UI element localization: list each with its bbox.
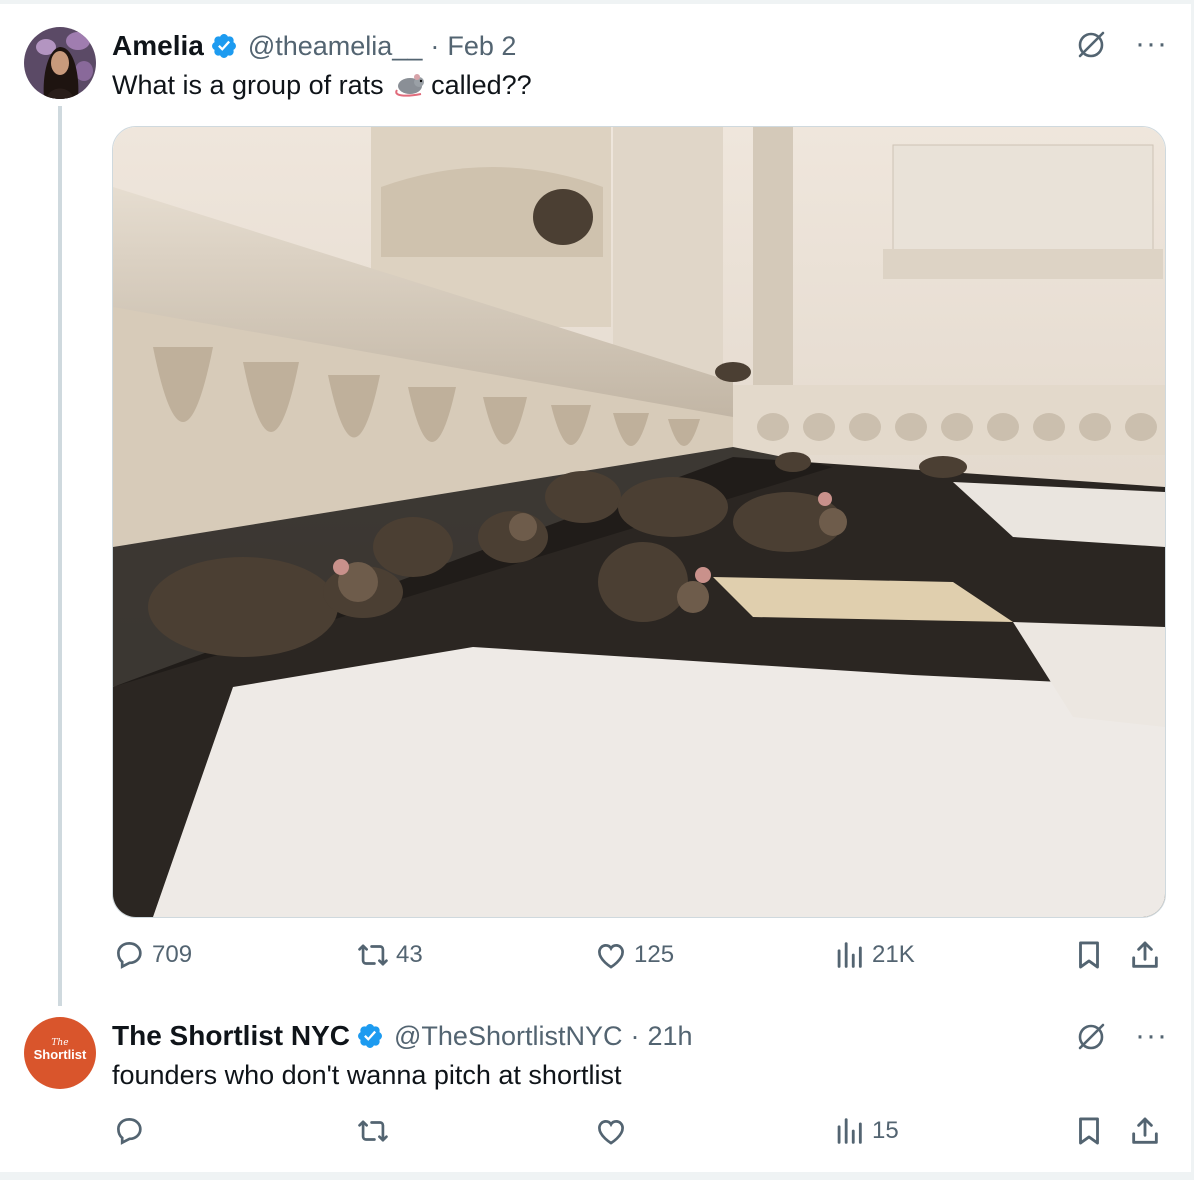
tweet-text-part2: called?? — [431, 70, 532, 100]
tweet-text: founders who don't wanna pitch at shortl… — [112, 1060, 622, 1090]
tweet-text: What is a group of rats called?? — [112, 68, 532, 102]
author-handle[interactable]: @theamelia__ — [248, 31, 423, 62]
tweet-header: Amelia @theamelia__ · Feb 2 — [112, 28, 516, 64]
grok-icon[interactable] — [1074, 28, 1108, 62]
verified-badge-icon — [211, 34, 236, 58]
tweet-amelia[interactable]: Amelia @theamelia__ · Feb 2 ··· What is … — [0, 0, 1190, 1006]
timestamp[interactable]: Feb 2 — [447, 31, 516, 62]
like-icon — [598, 944, 624, 969]
bookmark-button[interactable] — [1072, 1114, 1106, 1148]
bookmark-button[interactable] — [1072, 938, 1106, 972]
repost-icon — [358, 944, 388, 966]
share-icon — [1132, 941, 1158, 968]
timestamp[interactable]: 21h — [648, 1021, 693, 1052]
reply-button[interactable]: 709 — [112, 938, 192, 972]
reply-icon — [117, 1118, 142, 1145]
verified-badge-icon — [358, 1024, 382, 1048]
tweet-text-part1: What is a group of rats — [112, 70, 392, 100]
rats-photo-illustration — [113, 127, 1165, 917]
share-icon — [1132, 1117, 1158, 1144]
avatar[interactable]: The Shortlist — [24, 1017, 96, 1089]
views-icon — [837, 942, 862, 968]
avatar-logo: The Shortlist — [24, 1017, 96, 1089]
reply-count: 709 — [152, 941, 193, 968]
thread-line — [58, 106, 62, 1006]
repost-button[interactable] — [356, 1114, 390, 1148]
separator-dot: · — [630, 1020, 640, 1051]
tweet-photo[interactable] — [112, 126, 1166, 918]
grok-icon[interactable] — [1074, 1020, 1108, 1054]
tweet-actions: 709 43 125 21K — [112, 938, 1164, 978]
reply-icon — [117, 942, 142, 969]
more-icon[interactable]: ··· — [1135, 1021, 1168, 1051]
more-icon[interactable]: ··· — [1135, 29, 1168, 59]
views-count: 21K — [872, 941, 915, 968]
avatar[interactable] — [24, 27, 96, 99]
share-button[interactable] — [1128, 938, 1162, 972]
repost-button[interactable]: 43 — [356, 938, 423, 972]
like-button[interactable]: 125 — [594, 938, 674, 972]
tweet-shortlist[interactable]: The Shortlist The Shortlist NYC @TheShor… — [0, 1000, 1190, 1172]
avatar-logo-text: Shortlist — [33, 1047, 87, 1062]
author-handle[interactable]: @TheShortlistNYC — [394, 1021, 622, 1052]
repost-count: 43 — [396, 941, 423, 968]
views-button[interactable]: 21K — [832, 938, 915, 972]
author-name[interactable]: Amelia — [112, 30, 204, 62]
author-name[interactable]: The Shortlist NYC — [112, 1020, 350, 1052]
tweet-actions: 15 — [112, 1114, 1164, 1154]
reply-button[interactable] — [112, 1114, 146, 1148]
views-button[interactable]: 15 — [832, 1114, 899, 1148]
rat-emoji-icon — [395, 74, 425, 97]
separator-dot: · — [430, 30, 440, 61]
like-button[interactable] — [594, 1114, 628, 1148]
like-icon — [598, 1120, 624, 1145]
views-icon — [837, 1118, 862, 1144]
like-count: 125 — [634, 941, 675, 968]
bookmark-icon — [1079, 941, 1099, 969]
share-button[interactable] — [1128, 1114, 1162, 1148]
tweet-header: The Shortlist NYC @TheShortlistNYC · 21h — [112, 1018, 693, 1054]
views-count: 15 — [872, 1117, 899, 1144]
bookmark-icon — [1079, 1117, 1099, 1145]
repost-icon — [358, 1120, 388, 1142]
bottom-border — [0, 1172, 1194, 1180]
